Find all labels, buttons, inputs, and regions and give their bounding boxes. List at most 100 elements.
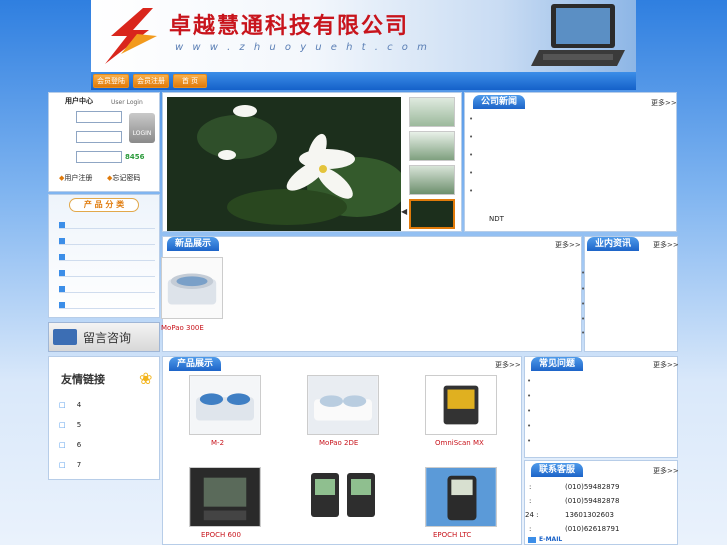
contact-key: :: [529, 497, 532, 505]
square-icon: □: [59, 461, 66, 469]
link-label: 7: [76, 461, 82, 469]
industry-item[interactable]: •: [581, 300, 585, 308]
category-panel: 产 品 分 类: [48, 194, 160, 318]
faq-item[interactable]: •: [527, 392, 531, 400]
product-name[interactable]: EPOCH LTC: [433, 531, 471, 539]
products-panel: 产品展示 更多>> M-2 MoPao 2DE OmniScan MX EPOC…: [162, 356, 522, 545]
square-icon: □: [59, 441, 66, 449]
arrow-icon: [59, 302, 65, 308]
slideshow: ◀: [162, 92, 462, 232]
arrow-icon: [59, 254, 65, 260]
new-products-panel: 新品展示 更多>> MoPao 300E: [161, 236, 582, 352]
faq-item[interactable]: •: [527, 407, 531, 415]
industry-title: 业内资讯: [587, 237, 640, 251]
industry-more-link[interactable]: 更多>>: [653, 240, 679, 250]
category-title: 产 品 分 类: [69, 198, 139, 212]
link-item[interactable]: □ 7: [59, 461, 81, 469]
login-panel: 用户中心 User Login 8456 LOGIN ◆用户注册 ◆忘记密码: [48, 92, 160, 192]
news-item[interactable]: •: [469, 151, 473, 159]
news-more-link[interactable]: 更多>>: [651, 98, 677, 108]
industry-item[interactable]: •: [581, 315, 585, 323]
contact-phone: (010)59482878: [565, 497, 620, 505]
news-panel: 公司新闻 更多>> • • • • • NDT: [464, 92, 677, 232]
link-item[interactable]: □ 4: [59, 401, 81, 409]
category-item[interactable]: [59, 269, 155, 277]
butterfly-icon: ❀: [139, 369, 153, 388]
products-more-link[interactable]: 更多>>: [495, 360, 521, 370]
register-link[interactable]: ◆用户注册: [59, 173, 92, 183]
nav-member-register[interactable]: 会员注册: [133, 74, 169, 88]
category-item[interactable]: [59, 221, 155, 229]
news-item[interactable]: •: [469, 187, 473, 195]
username-field[interactable]: [76, 111, 122, 123]
captcha-field[interactable]: [76, 151, 122, 163]
product-image[interactable]: [161, 257, 223, 319]
slide-thumbnail-active[interactable]: [409, 199, 455, 229]
password-field[interactable]: [76, 131, 122, 143]
new-products-title: 新品展示: [167, 237, 220, 251]
faq-panel: 常见问题 更多>> • • • • •: [524, 356, 679, 458]
industry-item[interactable]: •: [581, 269, 585, 277]
new-products-more-link[interactable]: 更多>>: [555, 240, 581, 250]
nav-home[interactable]: 首 页: [173, 74, 207, 88]
product-image[interactable]: [425, 467, 497, 527]
product-image[interactable]: [189, 467, 261, 527]
news-item[interactable]: •: [469, 133, 473, 141]
contact-more-link[interactable]: 更多>>: [653, 466, 679, 476]
product-image[interactable]: [307, 375, 379, 435]
product-image[interactable]: [307, 467, 379, 527]
login-title: 用户中心: [65, 97, 93, 105]
link-label: 5: [76, 421, 82, 429]
faq-item[interactable]: •: [527, 437, 531, 445]
arrow-left-icon[interactable]: ◀: [401, 207, 407, 216]
category-item[interactable]: [59, 253, 155, 261]
slide-thumbnail[interactable]: [409, 97, 455, 127]
message-label: 留言咨询: [83, 331, 132, 345]
contact-key: 24 :: [525, 511, 539, 519]
slide-thumbnail[interactable]: [409, 165, 455, 195]
arrow-icon: [59, 222, 65, 228]
link-item[interactable]: □ 5: [59, 421, 81, 429]
news-item[interactable]: •: [469, 115, 473, 123]
faq-item[interactable]: •: [527, 377, 531, 385]
new-product-name[interactable]: MoPao 300E: [161, 324, 204, 332]
contact-key: :: [529, 483, 532, 491]
link-label: 6: [76, 441, 82, 449]
category-item[interactable]: [59, 237, 155, 245]
nav-member-login[interactable]: 会员登陆: [93, 74, 129, 88]
forgot-password-link[interactable]: ◆忘记密码: [107, 173, 140, 183]
contact-panel: 联系客服 更多>> : (010)59482879 : (010)5948287…: [524, 460, 679, 545]
product-image[interactable]: [189, 375, 261, 435]
message-banner[interactable]: 留言咨询: [48, 322, 160, 352]
product-name[interactable]: EPOCH 600: [201, 531, 241, 539]
product-name[interactable]: OmniScan MX: [435, 439, 484, 447]
faq-item[interactable]: •: [527, 422, 531, 430]
nav-bar: 会员登陆 会员注册 首 页: [91, 72, 636, 90]
company-name: 卓越慧通科技有限公司: [169, 13, 410, 39]
links-title: 友情链接: [61, 373, 105, 386]
industry-panel: 业内资讯 更多>> • • • • •: [581, 236, 679, 352]
category-item[interactable]: [59, 301, 155, 309]
login-button[interactable]: LOGIN: [129, 113, 155, 143]
news-title: 公司新闻: [473, 95, 526, 109]
laptop-image: [531, 4, 625, 66]
product-name[interactable]: MoPao 2DE: [319, 439, 358, 447]
captcha-image: 8456: [125, 153, 145, 161]
forgot-password-label: 忘记密码: [112, 174, 141, 182]
square-icon: □: [59, 401, 66, 409]
envelope-icon: [53, 329, 77, 345]
contact-key: :: [529, 525, 532, 533]
product-name[interactable]: M-2: [211, 439, 224, 447]
category-item[interactable]: [59, 285, 155, 293]
link-item[interactable]: □ 6: [59, 441, 81, 449]
industry-item[interactable]: •: [581, 285, 585, 293]
news-item[interactable]: NDT: [489, 215, 504, 223]
product-image[interactable]: [425, 375, 497, 435]
email-label[interactable]: E-MAIL: [539, 536, 562, 543]
news-item[interactable]: •: [469, 169, 473, 177]
faq-more-link[interactable]: 更多>>: [653, 360, 679, 370]
site-header: 卓越慧通科技有限公司 w w w . z h u o y u e h t . c…: [91, 0, 636, 90]
industry-item[interactable]: •: [581, 329, 585, 337]
slide-thumbnail[interactable]: [409, 131, 455, 161]
flower-banner-image[interactable]: [167, 97, 401, 231]
